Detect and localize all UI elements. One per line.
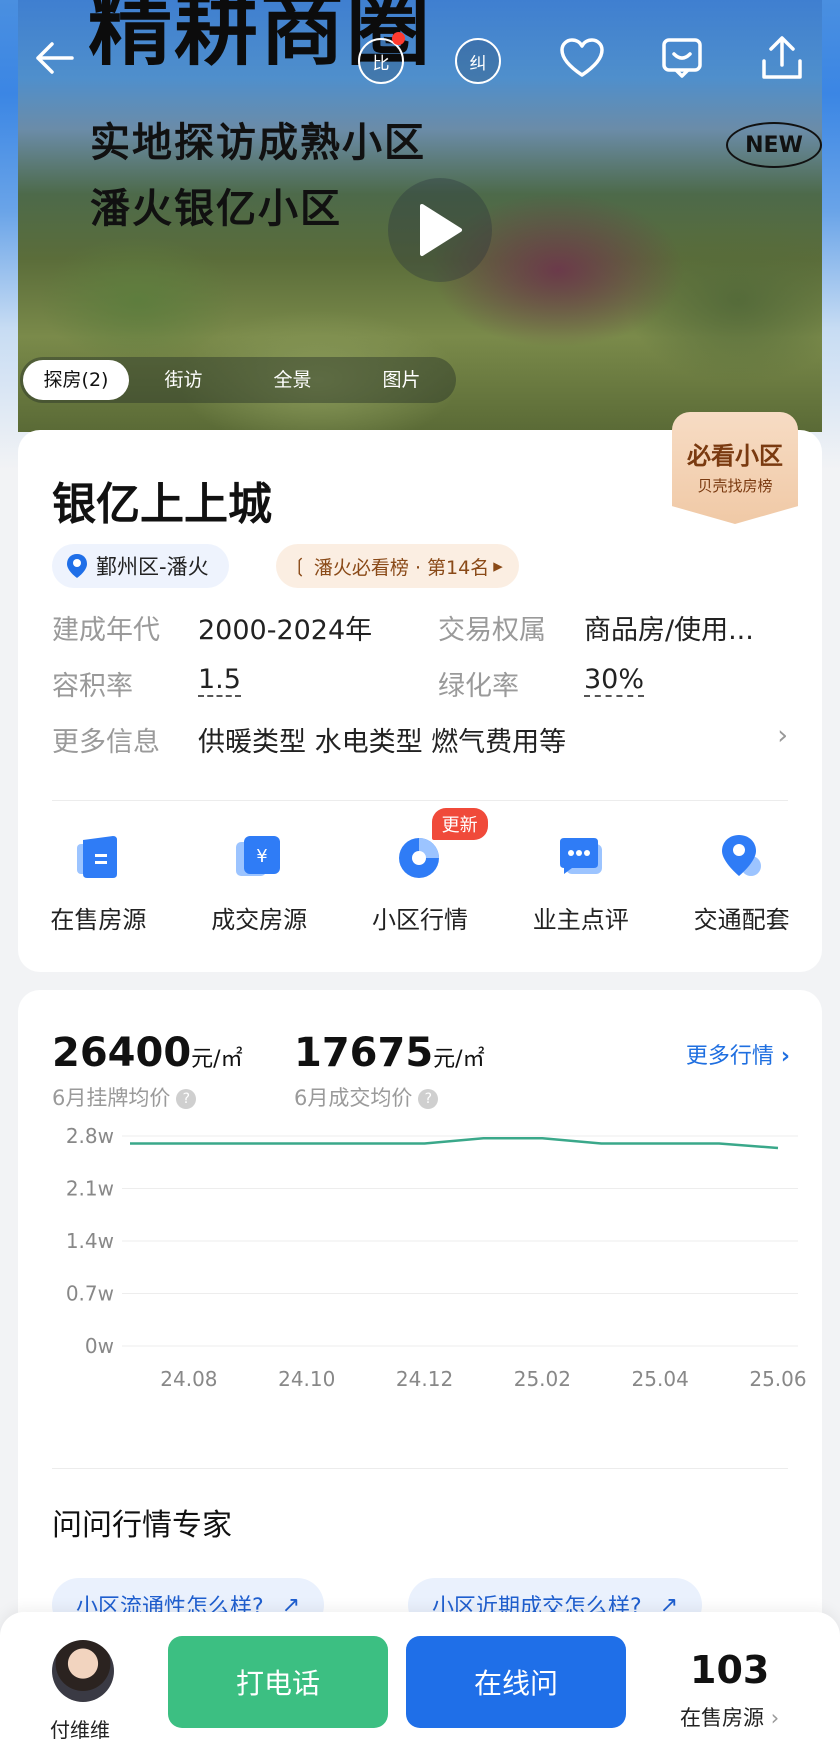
- play-button[interactable]: [388, 178, 492, 282]
- call-button[interactable]: 打电话: [168, 1636, 388, 1728]
- upload-share-icon: [762, 36, 802, 79]
- y-tick-label: 2.1w: [66, 1177, 114, 1201]
- info-row-more[interactable]: 更多信息 供暖类型 水电类型 燃气费用等 ›: [52, 720, 788, 759]
- entry-label: 成交房源: [211, 906, 308, 934]
- x-tick-label: 24.10: [278, 1367, 335, 1391]
- listing-price-value: 26400: [52, 1030, 192, 1076]
- back-button[interactable]: [28, 32, 80, 84]
- plot-ratio-value[interactable]: 1.5: [198, 664, 241, 697]
- listing-count-text: 在售房源: [680, 1706, 764, 1730]
- y-tick-label: 2.8w: [66, 1124, 114, 1148]
- tab-tour[interactable]: 探房(2): [23, 360, 129, 400]
- update-badge: 更新: [431, 808, 488, 840]
- more-market-link[interactable]: 更多行情 ›: [686, 1038, 790, 1070]
- online-ask-button[interactable]: 在线问: [406, 1636, 626, 1728]
- location-pin-icon: [67, 554, 87, 578]
- entry-label: 小区行情: [371, 906, 468, 934]
- back-arrow-icon: [36, 42, 74, 74]
- must-see-badge[interactable]: 必看小区 贝壳找房榜: [672, 412, 798, 524]
- must-see-subtitle: 贝壳找房榜: [697, 477, 773, 495]
- svg-text:¥: ¥: [256, 846, 267, 867]
- info-value: 2000-2024年: [198, 615, 373, 646]
- entry-sold[interactable]: ¥ 成交房源: [179, 820, 340, 960]
- listing-count-label[interactable]: 在售房源 ›: [680, 1702, 779, 1732]
- divider: [52, 1468, 788, 1469]
- share-button[interactable]: [756, 32, 808, 84]
- correction-button[interactable]: 纠: [455, 38, 501, 84]
- info-label: 建成年代: [52, 615, 160, 646]
- price-unit: 元/㎡: [191, 1047, 243, 1072]
- video-subtitle: 实地探访成熟小区: [90, 120, 426, 166]
- entry-on-sale[interactable]: 在售房源: [18, 820, 179, 960]
- yuan-coin-icon: ¥: [236, 836, 281, 876]
- info-label: 交易权属: [438, 615, 546, 646]
- tab-street-interview[interactable]: 街访: [129, 360, 238, 400]
- video-subtitle: 潘火银亿小区: [90, 186, 342, 232]
- divider: [52, 800, 788, 801]
- chevron-right-icon: ›: [780, 1044, 790, 1069]
- tab-panorama[interactable]: 全景: [238, 360, 347, 400]
- info-value: 商品房/使用...: [584, 615, 754, 646]
- chevron-right-icon: ›: [777, 720, 788, 751]
- agent-avatar[interactable]: [52, 1640, 114, 1702]
- info-label: 容积率: [52, 671, 133, 702]
- info-row-ratio: 容积率 1.5 绿化率 30%: [52, 664, 645, 703]
- listing-price: 26400元/㎡: [52, 1030, 243, 1076]
- entry-reviews[interactable]: 业主点评: [500, 820, 661, 960]
- price-trend-chart: 2.8w 2.1w 1.4w 0.7w 0w 24.08 24.10 24.12 25.02 25…: [66, 1124, 807, 1391]
- media-tabs: 探房(2) 街访 全景 图片: [20, 357, 456, 403]
- laurel-right-icon: ▸: [493, 555, 503, 577]
- agent-name: 付维维: [50, 1718, 110, 1742]
- x-tick-label: 24.08: [160, 1367, 217, 1391]
- hero: 精耕商圈 实地探访成熟小区 潘火银亿小区 NEW 比 纠 探房(2) 街访 全景…: [0, 0, 840, 470]
- bottom-action-bar: 付维维 打电话 在线问 103 在售房源 ›: [0, 1612, 840, 1757]
- location-chip[interactable]: 鄞州区-潘火: [52, 544, 229, 588]
- info-value: 供暖类型 水电类型 燃气费用等: [198, 727, 567, 758]
- map-pin-icon: [721, 835, 761, 876]
- info-row-year: 建成年代 2000-2024年 交易权属 商品房/使用...: [52, 608, 754, 647]
- entry-label: 交通配套: [693, 906, 790, 934]
- green-ratio-value[interactable]: 30%: [584, 664, 645, 697]
- rank-text: 潘火必看榜 · 第14名: [313, 556, 490, 579]
- price-series-line[interactable]: [130, 1137, 779, 1150]
- price-unit: 元/㎡: [433, 1047, 485, 1072]
- chat-box-icon: [662, 38, 702, 78]
- x-tick-label: 24.12: [396, 1367, 453, 1391]
- y-tick-label: 1.4w: [66, 1229, 114, 1253]
- favorite-button[interactable]: [556, 32, 608, 84]
- house-list-icon: [77, 836, 118, 878]
- message-button[interactable]: [656, 32, 708, 84]
- tab-photos[interactable]: 图片: [347, 360, 456, 400]
- must-see-title: 必看小区: [687, 442, 783, 470]
- x-tick-label: 25.04: [632, 1367, 689, 1391]
- market-card: 26400元/㎡ 6月挂牌均价? 17675元/㎡ 6月成交均价? 更多行情 ›…: [18, 990, 822, 1710]
- chat-bubble-icon: [559, 838, 602, 874]
- entry-label: 在售房源: [50, 906, 147, 934]
- deal-price-value: 17675: [294, 1030, 434, 1076]
- quick-entries: 在售房源 ¥ 成交房源 更新 小区行情 业主点评 交通配套: [18, 808, 822, 960]
- y-tick-label: 0w: [85, 1334, 114, 1358]
- experts-title: 问问行情专家: [52, 1508, 232, 1543]
- community-name: 银亿上上城: [52, 479, 272, 530]
- entry-label: 业主点评: [532, 906, 629, 934]
- entry-transport[interactable]: 交通配套: [661, 820, 822, 960]
- play-icon: [420, 204, 462, 256]
- entry-market[interactable]: 更新 小区行情: [340, 808, 501, 960]
- location-text: 鄞州区-潘火: [96, 555, 209, 579]
- chevron-right-icon: ›: [770, 1706, 780, 1730]
- info-label: 更多信息: [52, 727, 160, 758]
- notification-dot: [392, 32, 405, 45]
- rank-chip[interactable]: ❲ 潘火必看榜 · 第14名 ▸: [276, 544, 519, 588]
- y-tick-label: 0.7w: [66, 1282, 114, 1306]
- laurel-left-icon: ❲: [292, 555, 308, 577]
- listing-count[interactable]: 103: [690, 1648, 769, 1692]
- deal-price: 17675元/㎡: [294, 1030, 485, 1076]
- more-link-text: 更多行情: [685, 1044, 774, 1069]
- x-tick-label: 25.06: [749, 1367, 806, 1391]
- info-label: 绿化率: [438, 671, 519, 702]
- heart-icon: [560, 38, 604, 77]
- x-tick-label: 25.02: [514, 1367, 571, 1391]
- new-badge: NEW: [726, 122, 822, 168]
